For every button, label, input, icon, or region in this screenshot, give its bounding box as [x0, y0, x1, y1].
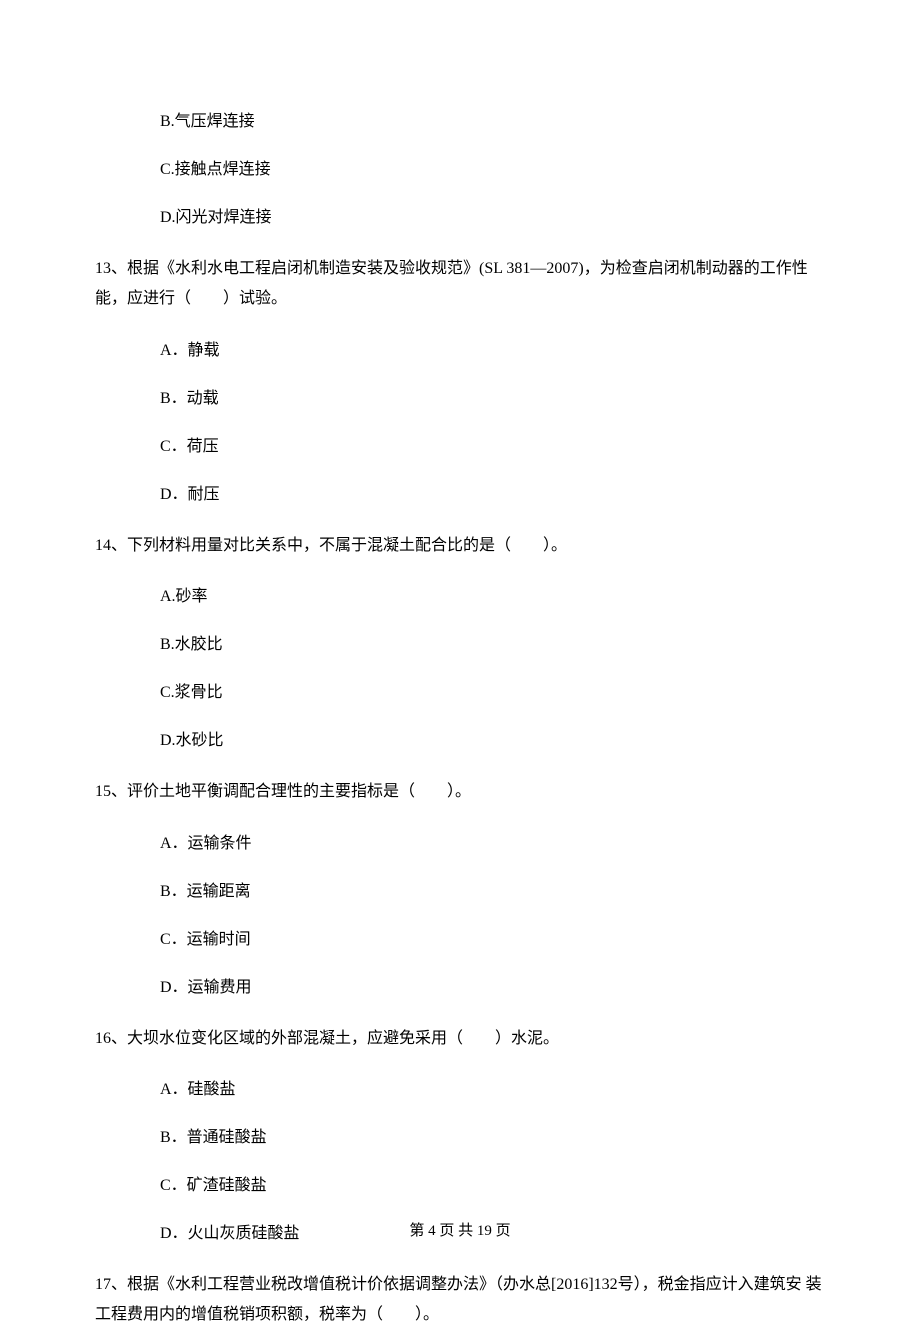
- q12-option-c: C.接触点焊连接: [95, 158, 825, 182]
- q15-option-b: B．运输距离: [95, 880, 825, 904]
- q12-option-d: D.闪光对焊连接: [95, 206, 825, 230]
- q13-option-b: B．动载: [95, 387, 825, 411]
- q15-option-c: C．运输时间: [95, 928, 825, 952]
- q13-option-c: C．荷压: [95, 435, 825, 459]
- q16-option-a: A．硅酸盐: [95, 1078, 825, 1102]
- q16-text: 16、大坝水位变化区域的外部混凝土，应避免采用（ ）水泥。: [95, 1024, 825, 1054]
- q14-text: 14、下列材料用量对比关系中，不属于混凝土配合比的是（ ）。: [95, 531, 825, 561]
- q14-option-a: A.砂率: [95, 585, 825, 609]
- page-footer: 第 4 页 共 19 页: [0, 1220, 920, 1243]
- q16-option-c: C．矿渣硅酸盐: [95, 1174, 825, 1198]
- q14-option-d: D.水砂比: [95, 729, 825, 753]
- q15-option-a: A．运输条件: [95, 832, 825, 856]
- q13-text: 13、根据《水利水电工程启闭机制造安装及验收规范》(SL 381—2007)，为…: [95, 254, 825, 315]
- q14-option-b: B.水胶比: [95, 633, 825, 657]
- q15-option-d: D．运输费用: [95, 976, 825, 1000]
- q17-text: 17、根据《水利工程营业税改增值税计价依据调整办法》（办水总[2016]132号…: [95, 1270, 825, 1331]
- q12-option-b: B.气压焊连接: [95, 110, 825, 134]
- q13-option-d: D．耐压: [95, 483, 825, 507]
- q14-option-c: C.浆骨比: [95, 681, 825, 705]
- q13-option-a: A．静载: [95, 339, 825, 363]
- q15-text: 15、评价土地平衡调配合理性的主要指标是（ ）。: [95, 777, 825, 807]
- q16-option-b: B．普通硅酸盐: [95, 1126, 825, 1150]
